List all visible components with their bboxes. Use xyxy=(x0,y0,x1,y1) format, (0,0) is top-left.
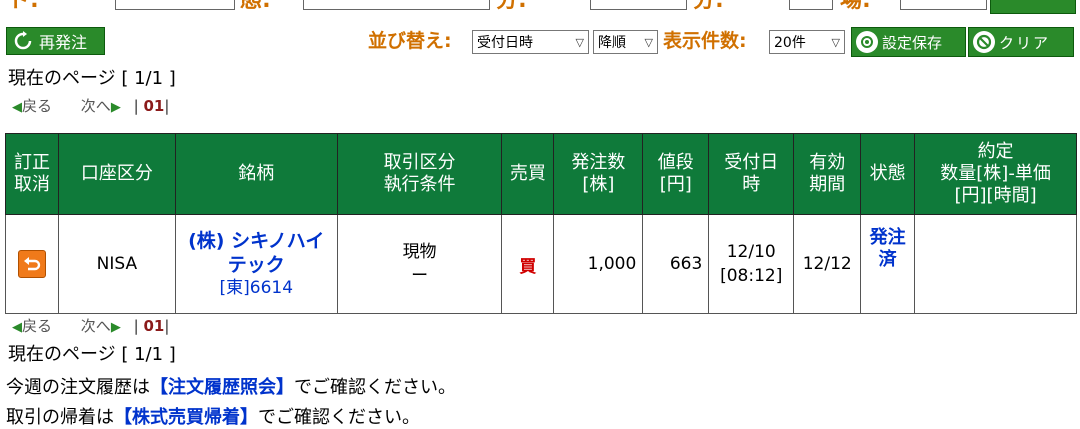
filter-label-d: 分: xyxy=(693,0,724,13)
header-side: 売買 xyxy=(501,133,555,215)
cell-qty: 1,000 xyxy=(553,214,644,314)
reissue-label: 再発注 xyxy=(39,33,88,52)
cell-accepted: 12/10 [08:12] xyxy=(708,214,795,314)
page-separator: | xyxy=(133,97,139,115)
sort-order-select[interactable]: 降順 ▽ xyxy=(593,30,658,54)
pagination-bottom: ◀戻る 次へ▶ | 01| xyxy=(12,316,169,338)
cell-executed xyxy=(914,214,1077,314)
next-link[interactable]: 次へ▶ xyxy=(81,317,121,335)
count-select[interactable]: 20件 ▽ xyxy=(769,30,845,54)
count-label: 表示件数: xyxy=(663,30,747,52)
prev-link[interactable]: ◀戻る xyxy=(12,97,52,115)
header-trade-type: 取引区分 執行条件 xyxy=(336,133,503,215)
refresh-icon xyxy=(13,31,33,51)
cell-stock: (株) シキノハイ テック [東]6614 xyxy=(174,214,338,314)
header-status: 状態 xyxy=(860,133,916,215)
cell-price: 663 xyxy=(642,214,710,314)
cell-expiry: 12/12 xyxy=(793,214,862,314)
chevron-down-icon: ▽ xyxy=(644,35,653,49)
condition: ー xyxy=(411,266,429,286)
undo-arrow-icon[interactable] xyxy=(17,250,46,278)
current-page-text-bottom: 現在のページ [ 1/1 ] xyxy=(8,344,176,365)
clear-button[interactable]: クリア xyxy=(968,27,1074,57)
chevron-down-icon: ▽ xyxy=(831,35,840,49)
cell-account: NISA xyxy=(57,214,176,314)
reissue-button[interactable]: 再発注 xyxy=(6,27,105,55)
filter-field-b[interactable] xyxy=(303,0,490,10)
header-expiry: 有効 期間 xyxy=(793,133,862,215)
count-value: 20件 xyxy=(774,35,806,51)
next-link[interactable]: 次へ▶ xyxy=(81,97,121,115)
prev-label: 戻る xyxy=(22,97,53,115)
page-separator: | xyxy=(164,97,170,115)
trade-type: 現物 xyxy=(402,242,437,262)
stock-name-link[interactable]: (株) シキノハイ テック xyxy=(176,229,337,277)
sort-label: 並び替え: xyxy=(368,30,452,52)
filter-label-e: 場: xyxy=(840,0,871,13)
page-separator: | xyxy=(164,317,170,335)
header-modify: 訂正 取消 xyxy=(5,133,59,215)
trade-result-link[interactable]: 【株式売買帰着】 xyxy=(114,407,258,428)
next-label: 次へ xyxy=(80,317,111,335)
filter-field-a[interactable] xyxy=(115,0,235,10)
header-accepted: 受付日時 xyxy=(708,133,795,215)
target-icon xyxy=(856,31,878,53)
table-row: NISA (株) シキノハイ テック [東]6614 現物ー 買 1,000 66… xyxy=(5,214,1077,314)
header-account: 口座区分 xyxy=(57,133,176,215)
cell-modify xyxy=(5,214,59,314)
filter-field-e[interactable] xyxy=(900,0,987,10)
save-settings-button[interactable]: 設定保存 xyxy=(851,27,966,57)
pagination-top: ◀戻る 次へ▶ | 01| xyxy=(12,96,169,118)
filter-search-button[interactable] xyxy=(990,0,1076,14)
cell-status: 発注済 xyxy=(860,214,916,314)
table-header-row: 訂正 取消 口座区分 銘柄 取引区分 執行条件 売買 発注数 [株] 値段 [円] 受付… xyxy=(5,133,1077,215)
filter-field-d[interactable] xyxy=(789,0,833,10)
page-number-link[interactable]: 01 xyxy=(143,317,164,335)
current-page-text: 現在のページ [ 1/1 ] xyxy=(8,68,176,89)
status-link[interactable]: 発注済 xyxy=(861,227,914,271)
cell-trade-type: 現物ー xyxy=(336,214,503,314)
triangle-right-icon: ▶ xyxy=(110,320,121,335)
order-history-link[interactable]: 【注文履歴照会】 xyxy=(150,377,294,398)
triangle-left-icon: ◀ xyxy=(12,320,22,335)
chevron-down-icon: ▽ xyxy=(575,35,584,49)
save-label: 設定保存 xyxy=(882,33,943,52)
filter-label-a: ド: xyxy=(8,0,39,13)
prev-link[interactable]: ◀戻る xyxy=(12,317,52,335)
cell-side: 買 xyxy=(501,214,555,314)
header-price: 値段 [円] xyxy=(642,133,710,215)
filter-field-c[interactable] xyxy=(590,0,687,10)
history-note: 今週の注文履歴は【注文履歴照会】でご確認ください。 xyxy=(6,377,456,398)
clear-label: クリア xyxy=(999,33,1051,52)
triangle-right-icon: ▶ xyxy=(110,100,121,115)
header-qty: 発注数 [株] xyxy=(553,133,644,215)
prev-label: 戻る xyxy=(22,317,53,335)
page-separator: | xyxy=(133,317,139,335)
stock-code: [東]6614 xyxy=(219,278,294,298)
header-stock: 銘柄 xyxy=(174,133,338,215)
filter-label-c: 分: xyxy=(496,0,527,13)
accepted-time: [08:12] xyxy=(720,266,783,286)
page-number-link[interactable]: 01 xyxy=(143,97,164,115)
triangle-left-icon: ◀ xyxy=(12,100,22,115)
header-executed: 約定 数量[株]-単価 [円][時間] xyxy=(914,133,1077,215)
sort-field-value: 受付日時 xyxy=(477,35,533,51)
orders-table: 訂正 取消 口座区分 銘柄 取引区分 執行条件 売買 発注数 [株] 値段 [円] 受付… xyxy=(5,133,1077,314)
sort-field-select[interactable]: 受付日時 ▽ xyxy=(472,30,589,54)
filter-label-b: 態: xyxy=(240,0,271,13)
sort-order-value: 降順 xyxy=(598,35,626,51)
no-entry-icon xyxy=(973,31,995,53)
result-note: 取引の帰着は【株式売買帰着】でご確認ください。 xyxy=(6,407,420,428)
accepted-date: 12/10 xyxy=(726,242,776,262)
next-label: 次へ xyxy=(80,97,111,115)
